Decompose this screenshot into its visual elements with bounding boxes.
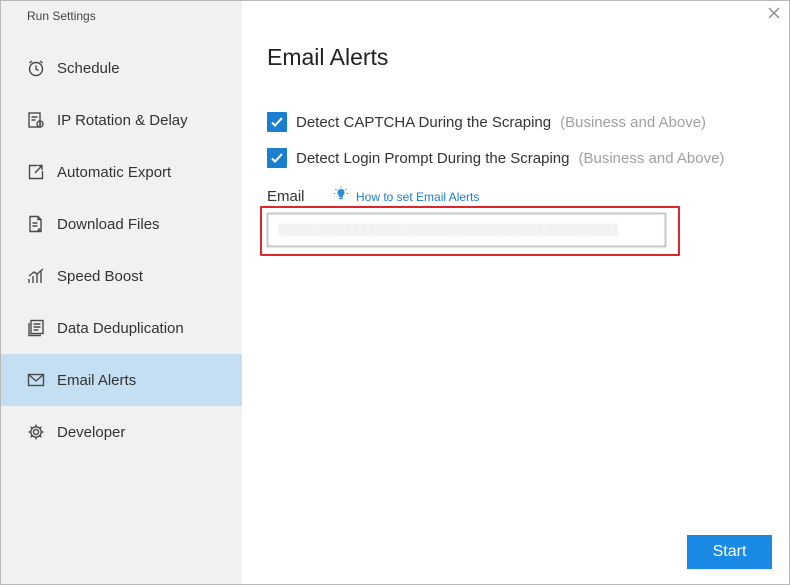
sidebar-item-schedule[interactable]: Schedule bbox=[1, 42, 242, 94]
tier-badge: (Business and Above) bbox=[560, 113, 707, 131]
email-row: Email How to set Email Alerts bbox=[267, 186, 479, 207]
main-panel: Email Alerts Detect CAPTCHA During the S… bbox=[242, 1, 789, 584]
sidebar-item-ip-rotation[interactable]: IP Rotation & Delay bbox=[1, 94, 242, 146]
sidebar-item-label: Speed Boost bbox=[57, 267, 143, 285]
sidebar-nav: Schedule IP Rotation & Delay Automatic E… bbox=[1, 42, 242, 458]
sidebar-item-label: Download Files bbox=[57, 215, 160, 233]
sidebar-item-label: IP Rotation & Delay bbox=[57, 111, 188, 129]
window-title: Run Settings bbox=[27, 9, 96, 23]
help-link-email-alerts[interactable]: How to set Email Alerts bbox=[356, 190, 479, 204]
sidebar: Run Settings Schedule IP Rotation & Dela… bbox=[1, 1, 242, 584]
sidebar-item-email-alerts[interactable]: Email Alerts bbox=[1, 354, 242, 406]
option-detect-login-prompt: Detect Login Prompt During the Scraping … bbox=[267, 148, 724, 168]
option-label: Detect Login Prompt During the Scraping bbox=[296, 149, 570, 167]
checkmark-icon bbox=[271, 153, 283, 163]
sidebar-item-label: Data Deduplication bbox=[57, 319, 184, 337]
sidebar-item-automatic-export[interactable]: Automatic Export bbox=[1, 146, 242, 198]
sidebar-item-label: Automatic Export bbox=[57, 163, 172, 181]
option-detect-captcha: Detect CAPTCHA During the Scraping (Busi… bbox=[267, 112, 706, 132]
speed-boost-icon bbox=[27, 267, 45, 285]
option-label: Detect CAPTCHA During the Scraping bbox=[296, 113, 552, 131]
sidebar-item-label: Email Alerts bbox=[57, 371, 137, 389]
export-icon bbox=[27, 163, 45, 181]
file-download-icon bbox=[27, 215, 45, 233]
email-label: Email bbox=[267, 188, 305, 205]
captcha-checkbox[interactable] bbox=[267, 112, 287, 132]
sidebar-item-data-deduplication[interactable]: Data Deduplication bbox=[1, 302, 242, 354]
tier-badge: (Business and Above) bbox=[578, 149, 725, 167]
checkmark-icon bbox=[271, 117, 283, 127]
clock-icon bbox=[27, 59, 45, 77]
sidebar-item-label: Developer bbox=[57, 423, 126, 441]
sidebar-item-download-files[interactable]: Download Files bbox=[1, 198, 242, 250]
page-title: Email Alerts bbox=[267, 44, 389, 70]
login-prompt-checkbox[interactable] bbox=[267, 148, 287, 168]
sidebar-item-label: Schedule bbox=[57, 59, 120, 77]
gear-icon bbox=[27, 423, 45, 441]
email-input[interactable] bbox=[267, 213, 666, 247]
close-icon[interactable] bbox=[767, 6, 781, 20]
ip-rotation-icon bbox=[27, 111, 45, 129]
deduplication-icon bbox=[27, 319, 45, 337]
sidebar-item-developer[interactable]: Developer bbox=[1, 406, 242, 458]
sidebar-item-speed-boost[interactable]: Speed Boost bbox=[1, 250, 242, 302]
lightbulb-icon bbox=[333, 186, 349, 207]
envelope-icon bbox=[27, 371, 45, 389]
run-settings-window: Run Settings Schedule IP Rotation & Dela… bbox=[0, 0, 790, 585]
start-button[interactable]: Start bbox=[687, 535, 772, 569]
